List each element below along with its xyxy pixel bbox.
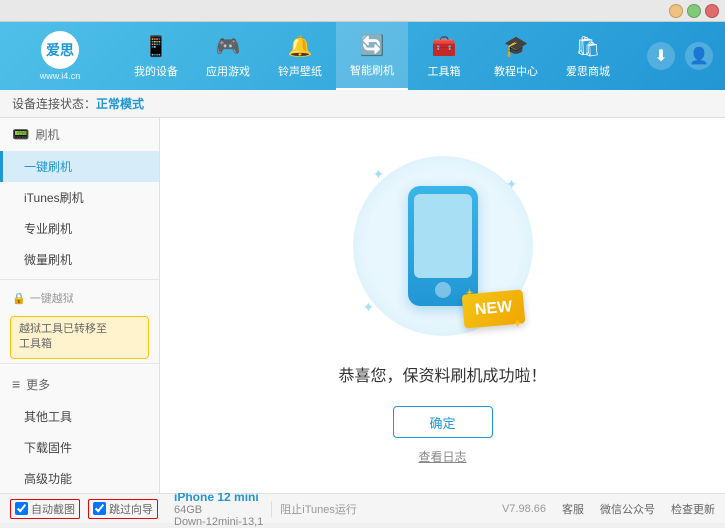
- success-text: 恭喜您，保资料刷机成功啦！: [338, 362, 546, 386]
- bottom-right: V7.98.66 客服 微信公众号 检查更新: [502, 501, 715, 517]
- new-badge: NEW: [462, 289, 526, 328]
- main-content: 📟 刷机 一键刷机 iTunes刷机 专业刷机 微量刷机 🔒 一键越狱 越狱工具…: [0, 118, 725, 493]
- sidebar-divider-1: [0, 279, 159, 280]
- itunes-status-text: 阻止iTunes运行: [280, 501, 357, 517]
- status-bar: 设备连接状态： 正常模式: [0, 90, 725, 118]
- title-bar: [0, 0, 725, 22]
- nav-my-device-label: 我的设备: [134, 63, 178, 79]
- sparkle-3: ✦: [363, 299, 375, 316]
- nav-app-game[interactable]: 🎮 应用游戏: [192, 22, 264, 90]
- nav-toolbox-label: 工具箱: [428, 63, 461, 79]
- itunes-status: 阻止iTunes运行: [271, 501, 357, 517]
- download-button[interactable]: ⬇: [647, 42, 675, 70]
- nav-smart-flash[interactable]: 🔄 智能刷机: [336, 22, 408, 90]
- sidebar-item-pro-flash[interactable]: 专业刷机: [0, 213, 159, 244]
- sidebar-item-other-tools[interactable]: 其他工具: [0, 401, 159, 432]
- skip-guide-input[interactable]: [93, 502, 106, 515]
- sidebar-item-restore-flash[interactable]: 微量刷机: [0, 244, 159, 275]
- sidebar-item-one-click-flash[interactable]: 一键刷机: [0, 151, 159, 182]
- nav-app-game-label: 应用游戏: [206, 63, 250, 79]
- toolbox-icon: 🧰: [432, 34, 457, 59]
- tutorial-icon: 🎓: [504, 34, 529, 59]
- confirm-button[interactable]: 确定: [393, 406, 493, 438]
- jailbreak-label: 一键越狱: [30, 290, 74, 306]
- my-device-icon: 📱: [144, 34, 169, 59]
- nav-tutorial-label: 教程中心: [494, 63, 538, 79]
- smart-flash-icon: 🔄: [360, 33, 385, 58]
- device-storage: 64GB: [174, 504, 263, 516]
- header-right: ⬇ 👤: [647, 42, 725, 70]
- logo-icon: 爱思: [41, 31, 79, 69]
- sidebar: 📟 刷机 一键刷机 iTunes刷机 专业刷机 微量刷机 🔒 一键越狱 越狱工具…: [0, 118, 160, 493]
- phone-home-button: [435, 282, 451, 298]
- nav-shop-label: 爱思商城: [566, 63, 610, 79]
- wechat-link[interactable]: 微信公众号: [600, 501, 655, 517]
- close-button[interactable]: [705, 4, 719, 18]
- header: 爱思 www.i4.cn 📱 我的设备 🎮 应用游戏 🔔 铃声壁纸 🔄 智能刷机…: [0, 22, 725, 90]
- sparkle-1: ✦: [373, 166, 385, 183]
- status-mode: 正常模式: [96, 95, 144, 112]
- minimize-button[interactable]: [669, 4, 683, 18]
- sidebar-jailbreak-locked: 🔒 一键越狱: [0, 284, 159, 312]
- bottom-bar: 自动截图 跳过向导 iPhone 12 mini 64GB Down-12min…: [0, 493, 725, 523]
- sidebar-section-more: ≡ 更多: [0, 368, 159, 401]
- status-prefix: 设备连接状态：: [12, 95, 96, 112]
- nav-tutorial[interactable]: 🎓 教程中心: [480, 22, 552, 90]
- nav-shop[interactable]: 🛍 爱思商城: [552, 22, 624, 90]
- nav-toolbox[interactable]: 🧰 工具箱: [408, 22, 480, 90]
- sidebar-item-download-firmware[interactable]: 下载固件: [0, 432, 159, 463]
- version-text: V7.98.66: [502, 503, 546, 515]
- nav-ringtone[interactable]: 🔔 铃声壁纸: [264, 22, 336, 90]
- support-link[interactable]: 客服: [562, 501, 584, 517]
- days-link[interactable]: 查看日志: [418, 448, 466, 465]
- lock-icon: 🔒: [12, 292, 26, 305]
- skip-guide-label: 跳过向导: [109, 501, 153, 517]
- nav-bar: 📱 我的设备 🎮 应用游戏 🔔 铃声壁纸 🔄 智能刷机 🧰 工具箱 🎓 教程中心…: [120, 22, 647, 90]
- nav-smart-flash-label: 智能刷机: [350, 62, 394, 78]
- sidebar-divider-2: [0, 363, 159, 364]
- user-button[interactable]: 👤: [685, 42, 713, 70]
- flash-section-icon: 📟: [12, 126, 29, 143]
- auto-send-checkbox[interactable]: 自动截图: [10, 499, 80, 519]
- logo-subtitle: www.i4.cn: [40, 71, 81, 81]
- logo-area: 爱思 www.i4.cn: [0, 23, 120, 89]
- sidebar-section-flash: 📟 刷机: [0, 118, 159, 151]
- auto-send-label: 自动截图: [31, 501, 75, 517]
- phone-illustration: ✦ ✦ ✦ NEW: [343, 146, 543, 346]
- sidebar-item-itunes-flash[interactable]: iTunes刷机: [0, 182, 159, 213]
- ringtone-icon: 🔔: [288, 34, 313, 59]
- app-game-icon: 🎮: [216, 34, 241, 59]
- sparkle-2: ✦: [506, 176, 518, 193]
- device-info: iPhone 12 mini 64GB Down-12mini-13,1: [174, 490, 263, 528]
- more-section-icon: ≡: [12, 376, 20, 392]
- phone-screen: [414, 194, 472, 278]
- nav-ringtone-label: 铃声壁纸: [278, 63, 322, 79]
- update-link[interactable]: 检查更新: [671, 501, 715, 517]
- sidebar-item-advanced[interactable]: 高级功能: [0, 463, 159, 493]
- auto-send-input[interactable]: [15, 502, 28, 515]
- logo-text: 爱思: [46, 40, 74, 60]
- shop-icon: 🛍: [575, 34, 600, 59]
- maximize-button[interactable]: [687, 4, 701, 18]
- nav-my-device[interactable]: 📱 我的设备: [120, 22, 192, 90]
- bottom-left: 自动截图 跳过向导 iPhone 12 mini 64GB Down-12min…: [10, 490, 502, 528]
- sidebar-notice: 越狱工具已转移至 工具箱: [10, 316, 149, 359]
- skip-guide-checkbox[interactable]: 跳过向导: [88, 499, 158, 519]
- flash-section-label: 刷机: [35, 126, 59, 143]
- content-area: ✦ ✦ ✦ NEW 恭喜您，保资料刷机成功啦！ 确定 查看日志: [160, 118, 725, 493]
- more-section-label: 更多: [26, 376, 50, 393]
- device-version: Down-12mini-13,1: [174, 516, 263, 528]
